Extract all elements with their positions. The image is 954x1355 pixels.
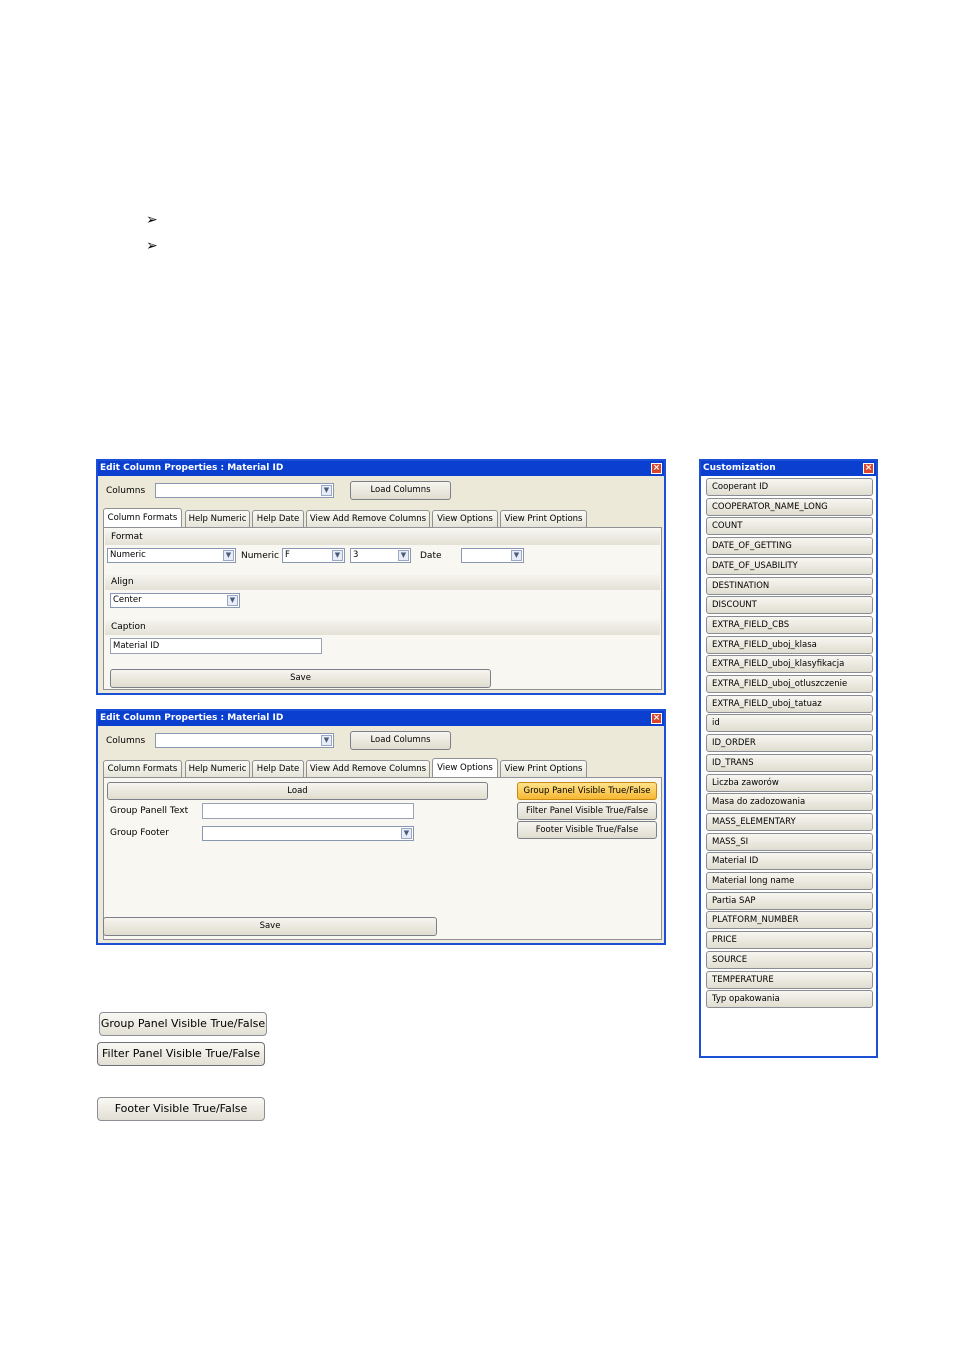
customization-item[interactable]: EXTRA_FIELD_uboj_tatuaz [706,694,873,713]
tab-help-date[interactable]: Help Date [252,510,304,527]
customization-item[interactable]: DISCOUNT [706,596,873,615]
customization-item[interactable]: ID_ORDER [706,734,873,753]
columns-combo[interactable]: ▼ [155,483,334,498]
footer-visible-button-large[interactable]: Footer Visible True/False [97,1097,265,1121]
group-panel-visible-button[interactable]: Group Panel Visible True/False [517,782,657,800]
filter-panel-visible-button-large[interactable]: Filter Panel Visible True/False [97,1042,265,1066]
customization-item[interactable]: PLATFORM_NUMBER [706,911,873,930]
numeric-format-combo[interactable]: F ▼ [282,548,345,563]
align-combo-value: Center [113,595,142,605]
customization-item[interactable]: EXTRA_FIELD_uboj_otluszczenie [706,675,873,693]
group-footer-label: Group Footer [110,828,169,838]
customization-item[interactable]: MASS_ELEMENTARY [706,812,873,831]
group-panel-text-label: Group Panell Text [110,806,189,816]
numeric-label: Numeric [241,551,279,561]
tab-help-numeric[interactable]: Help Numeric [185,510,250,527]
align-combo[interactable]: Center ▼ [110,593,240,608]
view-options-panel: Load Group Panell Text Group Footer ▼ Gr… [103,777,662,940]
customization-item[interactable]: EXTRA_FIELD_uboj_klasyfikacja [706,655,873,674]
customization-item[interactable]: Typ opakowania [706,990,873,1009]
format-combo-value: Numeric [110,550,146,560]
load-columns-button[interactable]: Load Columns [350,481,451,500]
customization-window: Customization × Cooperant ID COOPERATOR_N… [699,459,878,1058]
edit-column-properties-window-2: Edit Column Properties : Material ID × C… [96,709,666,945]
date-label: Date [420,551,442,561]
tab-view-add-remove-columns[interactable]: View Add Remove Columns [306,510,430,527]
format-combo[interactable]: Numeric ▼ [107,548,236,563]
group-panel-visible-button-large[interactable]: Group Panel Visible True/False [99,1012,267,1036]
chevron-down-icon[interactable]: ▼ [223,550,234,561]
customization-item[interactable]: TEMPERATURE [706,970,873,989]
load-button[interactable]: Load [107,782,488,800]
chevron-down-icon[interactable]: ▼ [321,735,332,746]
window-1-tabs: Column Formats Help Numeric Help Date Vi… [103,508,663,527]
customization-item[interactable]: Partia SAP [706,891,873,910]
chevron-down-icon[interactable]: ▼ [332,550,343,561]
tab-view-print-options[interactable]: View Print Options [500,760,587,777]
group-panel-text-input[interactable] [202,803,414,819]
tab-view-options[interactable]: View Options [432,758,498,777]
customization-item[interactable]: Liczba zaworów [706,773,873,792]
customization-item[interactable]: Material long name [706,872,873,890]
numeric-precision-value: 3 [353,550,359,560]
chevron-down-icon[interactable]: ▼ [511,550,522,561]
format-section-header: Format [105,530,660,545]
bullet-arrow-2: ➢ [146,238,158,254]
customization-item[interactable]: DESTINATION [706,576,873,595]
window-2-title: Edit Column Properties : Material ID [100,713,284,723]
date-combo[interactable]: ▼ [461,548,524,563]
edit-column-properties-window-1: Edit Column Properties : Material ID × C… [96,459,666,695]
customization-item[interactable]: SOURCE [706,950,873,969]
window-1-titlebar: Edit Column Properties : Material ID × [98,461,664,476]
customization-item[interactable]: Masa do zadozowania [706,793,873,812]
filter-panel-visible-button[interactable]: Filter Panel Visible True/False [517,802,657,820]
customization-item[interactable]: DATE_OF_GETTING [706,537,873,556]
chevron-down-icon[interactable]: ▼ [398,550,409,561]
tab-help-date[interactable]: Help Date [252,760,304,777]
chevron-down-icon[interactable]: ▼ [321,485,332,496]
customization-item[interactable]: id [706,714,873,733]
customization-title: Customization [703,463,776,473]
columns-label: Columns [106,486,146,496]
customization-item[interactable]: PRICE [706,931,873,950]
customization-item[interactable]: Cooperant ID [706,478,873,496]
customization-titlebar: Customization × [701,461,876,476]
customization-item[interactable]: EXTRA_FIELD_CBS [706,615,873,634]
customization-item[interactable]: Material ID [706,852,873,871]
tab-column-formats[interactable]: Column Formats [103,508,182,527]
customization-item[interactable]: ID_TRANS [706,753,873,772]
save-button[interactable]: Save [103,917,437,936]
numeric-precision-combo[interactable]: 3 ▼ [350,548,411,563]
window-1-title: Edit Column Properties : Material ID [100,463,284,473]
customization-item[interactable]: MASS_SI [706,832,873,851]
bullet-arrow-1: ➢ [146,212,158,228]
caption-section-header: Caption [105,620,660,635]
chevron-down-icon[interactable]: ▼ [227,595,238,606]
window-2-tabs: Column Formats Help Numeric Help Date Vi… [103,758,663,777]
save-button[interactable]: Save [110,669,491,688]
tab-help-numeric[interactable]: Help Numeric [185,760,250,777]
tab-view-add-remove-columns[interactable]: View Add Remove Columns [306,760,430,777]
customization-item[interactable]: DATE_OF_USABILITY [706,556,873,575]
align-section-header: Align [105,575,660,590]
window-2-close-icon[interactable]: × [651,713,662,724]
columns-label: Columns [106,736,146,746]
window-2-titlebar: Edit Column Properties : Material ID × [98,711,664,726]
tab-view-options[interactable]: View Options [432,510,498,527]
window-1-close-icon[interactable]: × [651,463,662,474]
tab-view-print-options[interactable]: View Print Options [500,510,587,527]
columns-combo[interactable]: ▼ [155,733,334,748]
customization-item[interactable]: COOPERATOR_NAME_LONG [706,497,873,516]
customization-item[interactable]: COUNT [706,517,873,536]
caption-input[interactable]: Material ID [110,638,322,654]
customization-item[interactable]: EXTRA_FIELD_uboj_klasa [706,635,873,654]
footer-visible-button[interactable]: Footer Visible True/False [517,821,657,839]
group-footer-combo[interactable]: ▼ [202,826,414,841]
numeric-format-value: F [285,550,290,560]
customization-close-icon[interactable]: × [863,463,874,474]
tab-column-formats[interactable]: Column Formats [103,760,182,777]
load-columns-button[interactable]: Load Columns [350,731,451,750]
chevron-down-icon[interactable]: ▼ [401,828,412,839]
column-formats-panel: Format Numeric ▼ Numeric F ▼ 3 ▼ Date ▼ … [103,527,662,690]
